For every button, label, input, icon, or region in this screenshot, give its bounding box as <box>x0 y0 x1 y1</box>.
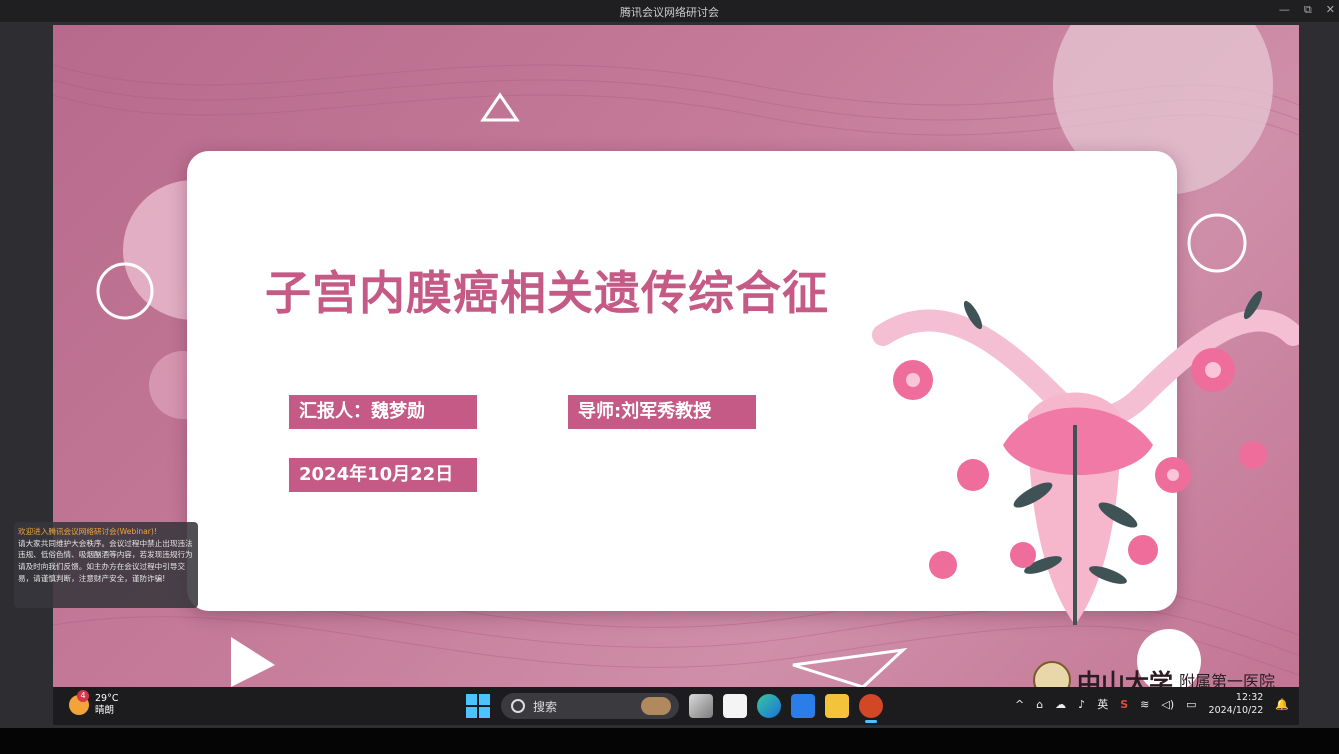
notification-bell-icon[interactable]: 🔔 <box>1275 698 1289 711</box>
window-controls: — ⧉ ✕ <box>1279 3 1335 17</box>
notice-heading: 欢迎进入腾讯会议网络研讨会(Webinar)! <box>18 527 157 536</box>
ime-indicator[interactable]: 英 <box>1097 696 1108 712</box>
webinar-notice: 欢迎进入腾讯会议网络研讨会(Webinar)! 请大家共同维护大会秩序。会议过程… <box>14 522 198 608</box>
app-s-icon[interactable]: S <box>1120 698 1128 711</box>
volume-icon[interactable]: ◁) <box>1161 698 1174 711</box>
file-explorer-icon[interactable] <box>825 694 849 718</box>
system-clock[interactable]: 12:32 2024/10/22 <box>1209 691 1264 717</box>
powerpoint-icon[interactable] <box>859 694 883 723</box>
taskbar-apps: 搜索 <box>465 693 883 723</box>
university-logo: 中山大学 附属第一医院 <box>1033 661 1275 687</box>
clock-time: 12:32 <box>1235 692 1264 703</box>
weather-temperature: 29°C <box>95 693 119 704</box>
wifi-icon[interactable]: ≋ <box>1140 698 1149 711</box>
weather-widget[interactable]: 4 29°C 晴朗 <box>69 690 119 717</box>
edge-browser-icon[interactable] <box>757 694 781 718</box>
chevron-up-icon[interactable]: ^ <box>1015 698 1024 711</box>
reporter-label: 汇报人：魏梦勋 <box>289 395 477 429</box>
advisor-label: 导师:刘军秀教授 <box>568 395 756 429</box>
search-placeholder: 搜索 <box>533 699 558 714</box>
windows-start-icon[interactable] <box>465 693 491 719</box>
search-highlight-icon <box>641 697 671 715</box>
university-seal <box>1033 661 1071 687</box>
window-titlebar: 腾讯会议网络研讨会 — ⧉ ✕ <box>0 0 1339 22</box>
university-name: 中山大学 <box>1077 667 1173 688</box>
photos-app-icon[interactable] <box>791 694 815 718</box>
floral-uterus-illustration <box>872 290 1299 625</box>
weather-condition: 晴朗 <box>95 705 115 716</box>
taskbar: 4 29°C 晴朗 搜索 ^ ⌂ ☁ ♪ 英 S ≋ ◁) ▭ 12:32 20… <box>53 687 1299 725</box>
hospital-name: 附属第一医院 <box>1179 672 1276 687</box>
taskbar-search[interactable]: 搜索 <box>501 693 679 719</box>
battery-icon[interactable]: ▭ <box>1186 698 1196 711</box>
weather-sun-icon: 4 <box>69 690 89 715</box>
date-label: 2024年10月22日 <box>289 458 477 492</box>
close-button[interactable]: ✕ <box>1326 3 1335 17</box>
task-view-icon[interactable] <box>689 694 713 718</box>
microphone-icon[interactable]: ♪ <box>1078 698 1085 711</box>
restore-button[interactable]: ⧉ <box>1304 3 1312 17</box>
notice-body: 请大家共同维护大会秩序。会议过程中禁止出现违法违规、低俗色情、吸烟酗酒等内容，若… <box>18 538 193 583</box>
screen-bottom-edge <box>0 728 1339 754</box>
clock-date: 2024/10/22 <box>1208 705 1264 716</box>
window-title: 腾讯会议网络研讨会 <box>620 6 719 19</box>
minimize-button[interactable]: — <box>1279 3 1290 17</box>
store-icon[interactable] <box>723 694 747 718</box>
onedrive-cloud-icon[interactable]: ☁ <box>1055 698 1066 711</box>
presentation-slide: 子宫内膜癌相关遗传综合征 汇报人：魏梦勋 导师:刘军秀教授 2024年10月22… <box>53 25 1299 687</box>
slide-title: 子宫内膜癌相关遗传综合征 <box>265 266 829 320</box>
search-icon <box>511 699 525 713</box>
system-tray: ^ ⌂ ☁ ♪ 英 S ≋ ◁) ▭ 12:32 2024/10/22 🔔 <box>1015 691 1289 717</box>
meeting-tray-icon[interactable]: ⌂ <box>1036 698 1043 711</box>
weather-badge: 4 <box>77 690 89 702</box>
